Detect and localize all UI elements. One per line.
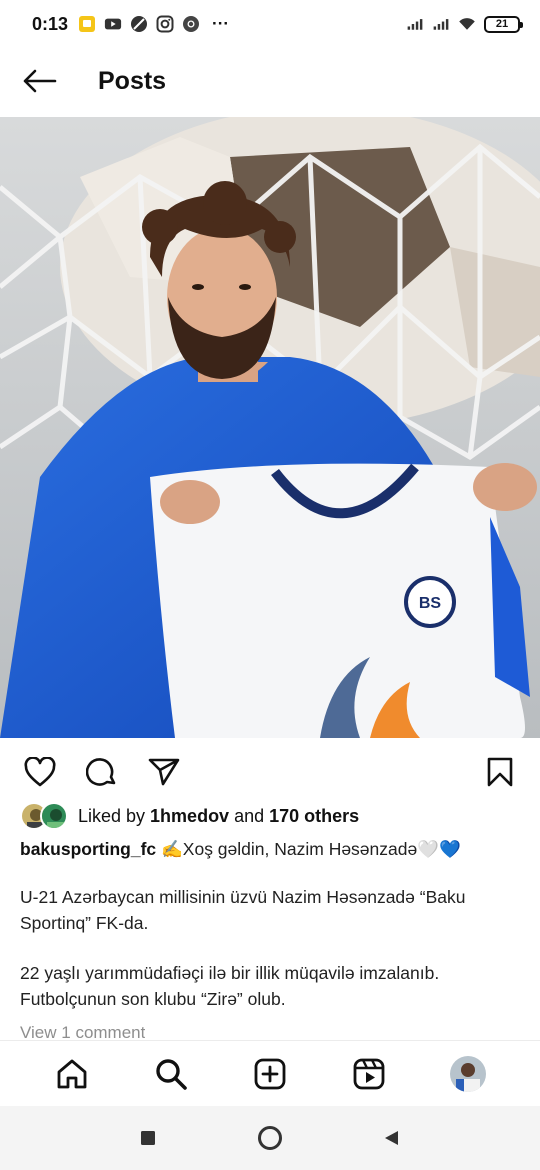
home-icon [57,1059,86,1088]
nav-home[interactable] [49,1051,95,1097]
more-indicator: ··· [212,14,230,33]
share-icon [148,758,180,786]
status-time: 0:13 [32,13,69,34]
wifi-icon [458,15,476,33]
back-system-button[interactable] [372,1118,412,1158]
caption-paragraph: U-21 Azərbaycan millisinin üzvü Nazim Hə… [20,887,466,933]
liker-avatars [20,802,68,830]
notification-icon [78,15,96,33]
arrow-left-icon [23,69,57,93]
save-button[interactable] [482,754,518,790]
signal-icon [406,15,424,33]
youtube-icon [104,15,122,33]
back-button[interactable] [20,61,60,101]
status-system-icons: 21 [406,15,523,33]
chrome-icon [182,15,200,33]
post-action-bar [0,748,540,796]
recents-icon [141,1131,155,1145]
nav-reels[interactable] [346,1051,392,1097]
home-circle-icon [258,1126,282,1150]
nav-profile[interactable] [445,1051,491,1097]
create-icon [254,1058,286,1089]
page-title: Posts [98,66,167,95]
post-photo[interactable]: BS [0,117,540,738]
nav-create[interactable] [247,1051,293,1097]
caption-username[interactable]: bakusporting_fc [20,839,156,859]
likes-prefix: Liked by [78,805,151,826]
likes-text: Liked by 1hmedov and 170 others [78,806,359,827]
signal-icon [432,15,450,33]
status-notification-icons: ··· [78,14,229,34]
status-bar: 0:13 ··· 21 [0,0,540,48]
bookmark-icon [487,757,513,787]
app-header: Posts [0,48,540,114]
recents-button[interactable] [128,1118,168,1158]
likes-row[interactable]: Liked by 1hmedov and 170 others [20,800,359,832]
no-disturb-icon [130,15,148,33]
battery-icon: 21 [484,15,523,33]
like-button[interactable] [22,754,58,790]
system-nav [0,1106,540,1170]
likes-others[interactable]: 170 others [269,806,359,826]
post-caption: bakusporting_fc ✍️Xoş gəldin, Nazim Həsə… [20,836,525,1036]
view-comments-link[interactable]: View 1 comment [20,1022,145,1040]
caption-paragraph: 22 yaşlı yarımmüdafiəçi ilə bir illik mü… [20,963,440,1009]
battery-level: 21 [495,18,509,30]
avatar [40,802,68,830]
svg-text:BS: BS [419,595,442,612]
search-icon [156,1058,187,1090]
heart-icon [24,757,56,787]
comment-icon [86,758,116,786]
likes-middle: and [229,805,270,826]
home-system-button[interactable] [250,1118,290,1158]
nav-search[interactable] [148,1051,194,1097]
caption-first-line: ✍️Xoş gəldin, Nazim Həsənzadə🤍💙 [156,839,461,859]
bottom-nav [0,1040,540,1106]
back-triangle-icon [385,1131,398,1145]
liker-username[interactable]: 1hmedov [150,806,229,826]
instagram-icon [156,15,174,33]
profile-avatar [450,1055,487,1092]
reels-icon [353,1058,385,1089]
comment-button[interactable] [84,754,120,790]
share-button[interactable] [146,754,182,790]
